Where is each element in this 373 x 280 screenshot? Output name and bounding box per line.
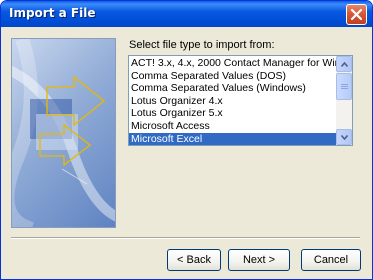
- scroll-up-arrow-icon: [341, 62, 348, 67]
- file-type-list[interactable]: ACT! 3.x, 4.x, 2000 Contact Manager for …: [128, 55, 353, 146]
- scroll-up-button[interactable]: [336, 56, 352, 72]
- import-dialog: Import a File Select file type to import…: [0, 0, 373, 280]
- list-item[interactable]: Comma Separated Values (DOS): [129, 70, 336, 83]
- next-button[interactable]: Next >: [228, 249, 290, 271]
- back-button[interactable]: < Back: [167, 249, 221, 271]
- wizard-illustration: [11, 38, 116, 228]
- list-item[interactable]: Lotus Organizer 4.x: [129, 95, 336, 108]
- list-item[interactable]: Comma Separated Values (Windows): [129, 82, 336, 95]
- file-type-prompt: Select file type to import from:: [129, 39, 275, 51]
- list-item[interactable]: Lotus Organizer 5.x: [129, 107, 336, 120]
- file-type-items: ACT! 3.x, 4.x, 2000 Contact Manager for …: [129, 57, 336, 146]
- list-item[interactable]: Outlook Express 4.x, 5.x, 6.x: [129, 145, 336, 146]
- list-item[interactable]: Microsoft Access: [129, 120, 336, 133]
- scroll-down-button[interactable]: [336, 129, 352, 145]
- list-item[interactable]: Microsoft Excel: [129, 132, 336, 145]
- scroll-thumb[interactable]: [336, 73, 352, 100]
- close-button[interactable]: [346, 4, 367, 25]
- vertical-scrollbar[interactable]: [336, 56, 352, 145]
- window-title: Import a File: [9, 6, 96, 20]
- cancel-button[interactable]: Cancel: [301, 249, 361, 271]
- scroll-down-arrow-icon: [341, 135, 348, 140]
- title-bar[interactable]: Import a File: [1, 1, 372, 27]
- separator: [11, 237, 360, 239]
- close-icon: [350, 8, 363, 21]
- list-item[interactable]: ACT! 3.x, 4.x, 2000 Contact Manager for …: [129, 57, 336, 70]
